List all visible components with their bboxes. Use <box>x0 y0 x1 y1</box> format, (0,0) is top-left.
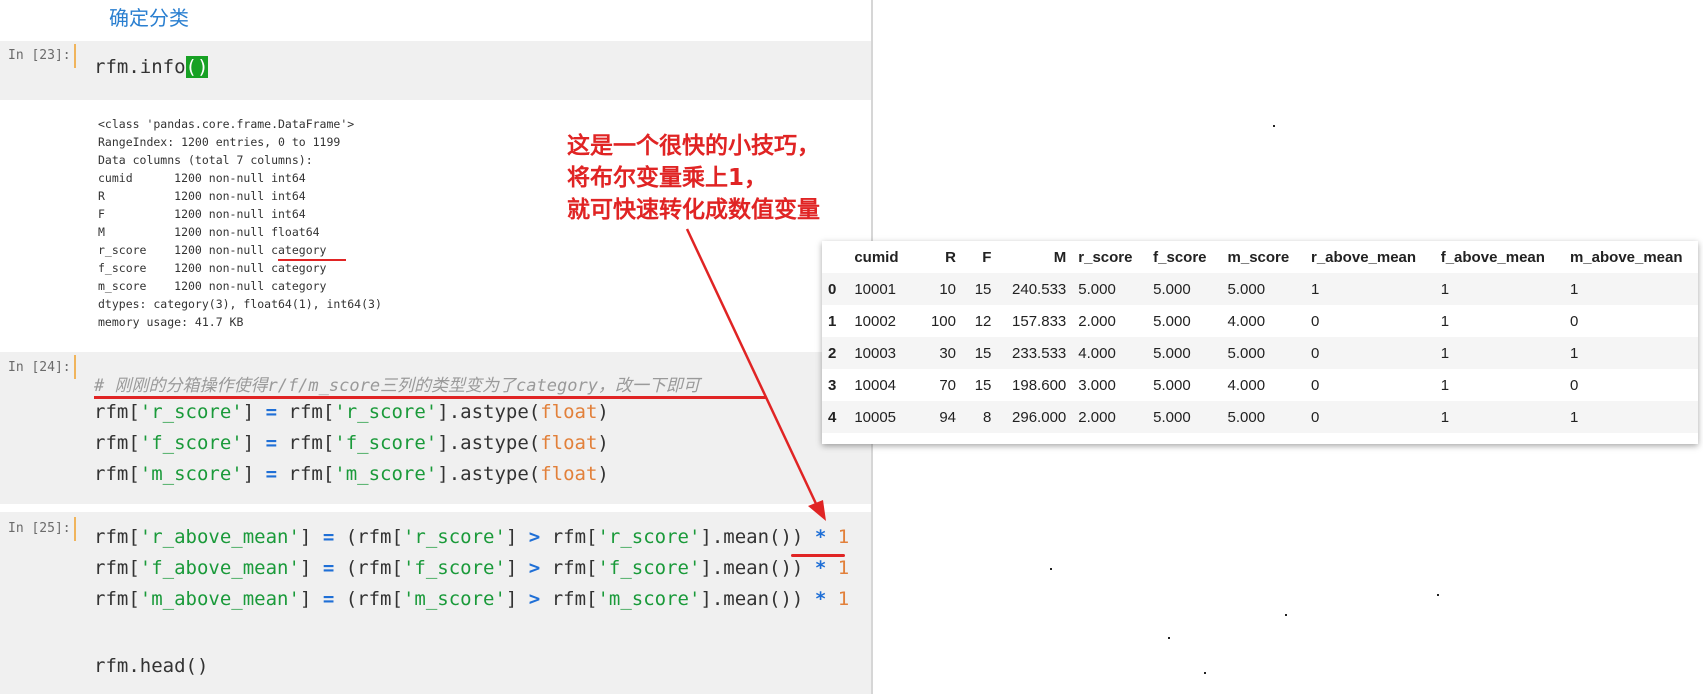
table-cell: 5.000 <box>1078 280 1116 298</box>
column-header: f_above_mean <box>1440 248 1545 266</box>
table-cell: 5.000 <box>1153 376 1191 394</box>
column-header <box>822 241 848 273</box>
table-cell: 10003 <box>854 344 897 362</box>
table-cell: 12 <box>974 312 992 330</box>
table-cell: 100 <box>930 312 956 330</box>
table-cell: 0 <box>1569 376 1579 394</box>
table-cell: 4.000 <box>1078 344 1116 362</box>
table-cell: 3.000 <box>1078 376 1116 394</box>
row-index: 2 <box>828 344 837 362</box>
table-cell: 5.000 <box>1153 280 1191 298</box>
annotation-line-1: 这是一个很快的小技巧， <box>567 133 820 159</box>
table-cell: 1 <box>1440 376 1450 394</box>
speck <box>1273 125 1275 127</box>
table-cell: 10005 <box>854 408 897 426</box>
table-cell: 0 <box>1311 376 1320 394</box>
speck <box>1437 594 1439 596</box>
table-cell: 1 <box>1440 344 1450 362</box>
column-header: cumid <box>854 248 899 266</box>
table-cell: 1 <box>1311 280 1320 298</box>
annotation-line-2: 将布尔变量乘上1， <box>567 165 768 191</box>
arrow-shaft <box>685 228 820 509</box>
table-cell: 5.000 <box>1153 312 1191 330</box>
table-row: 2 10003 30 15 233.533 4.000 5.000 5.000 0 1 1 <box>822 337 1698 369</box>
annotation-note: 这是一个很快的小技巧， 将布尔变量乘上1， 就可快速转化成数值变量 <box>567 130 820 226</box>
column-header: m_above_mean <box>1569 248 1683 266</box>
table-row: 1 10002 100 12 157.833 2.000 5.000 4.000 0 1 0 <box>822 305 1698 337</box>
row-index: 3 <box>828 376 837 394</box>
table-cell: 15 <box>974 376 992 394</box>
table-cell: 1 <box>1569 408 1579 426</box>
arrow-head <box>808 500 826 521</box>
column-header: R <box>945 248 956 266</box>
column-header: m_score <box>1227 248 1290 266</box>
column-header: M <box>1053 248 1067 266</box>
speck <box>1050 568 1052 570</box>
row-index: 0 <box>828 280 837 298</box>
table-cell: 2.000 <box>1078 408 1116 426</box>
column-header: r_score <box>1078 248 1133 266</box>
table-cell: 4.000 <box>1227 376 1266 394</box>
row-index: 1 <box>828 312 837 330</box>
table-cell: 10 <box>939 280 956 298</box>
table-cell: 15 <box>974 280 992 298</box>
table-cell: 5.000 <box>1153 408 1191 426</box>
table-cell: 2.000 <box>1078 312 1116 330</box>
table-cell: 4.000 <box>1227 312 1266 330</box>
table-cell: 10001 <box>854 280 897 298</box>
table-cell: 1 <box>1440 408 1450 426</box>
row-index: 4 <box>828 408 837 426</box>
table-cell: 10002 <box>854 312 897 330</box>
dataframe-output: cumid R F Mr_score f_score m_score r_above_mea… <box>822 241 1698 444</box>
table-cell: 1 <box>1569 280 1579 298</box>
table-cell: 10004 <box>854 376 897 394</box>
table-cell: 5.000 <box>1227 280 1266 298</box>
table-cell: 5.000 <box>1227 344 1266 362</box>
table-cell: 70 <box>939 376 956 394</box>
dataframe-table: cumid R F Mr_score f_score m_score r_above_mea… <box>822 241 1698 433</box>
table-cell: 198.600 <box>1012 376 1067 394</box>
table-cell: 240.533 <box>1012 280 1067 298</box>
table-row: 3 10004 70 15 198.600 3.000 5.000 4.000 0 1 0 <box>822 369 1698 401</box>
table-cell: 0 <box>1311 408 1320 426</box>
table-cell: 233.533 <box>1012 344 1067 362</box>
table-cell: 8 <box>983 408 992 426</box>
column-header: f_score <box>1153 248 1207 266</box>
table-cell: 1 <box>1440 280 1450 298</box>
table-cell: 0 <box>1311 344 1320 362</box>
table-cell: 30 <box>939 344 956 362</box>
annotation-line-3: 就可快速转化成数值变量 <box>567 197 820 223</box>
table-cell: 1 <box>1569 344 1579 362</box>
table-cell: 5.000 <box>1227 408 1266 426</box>
table-row: 0 10001 10 15 240.533 5.000 5.000 5.000 1 1 1 <box>822 273 1698 305</box>
table-cell: 157.833 <box>1012 312 1067 330</box>
table-cell: 94 <box>939 408 956 426</box>
speck <box>1285 614 1287 616</box>
table-cell: 1 <box>1440 312 1450 330</box>
table-header-row: cumid R F Mr_score f_score m_score r_above_mea… <box>822 241 1698 273</box>
column-header: F <box>982 248 992 266</box>
table-cell: 0 <box>1311 312 1320 330</box>
table-cell: 296.000 <box>1012 408 1067 426</box>
speck <box>1168 637 1170 639</box>
table-cell: 5.000 <box>1153 344 1191 362</box>
table-row: 4 10005 94 8 296.000 2.000 5.000 5.000 0 1 1 <box>822 401 1698 433</box>
column-header: r_above_mean <box>1311 248 1417 266</box>
speck <box>1204 672 1206 674</box>
table-cell: 15 <box>974 344 992 362</box>
table-cell: 0 <box>1569 312 1579 330</box>
